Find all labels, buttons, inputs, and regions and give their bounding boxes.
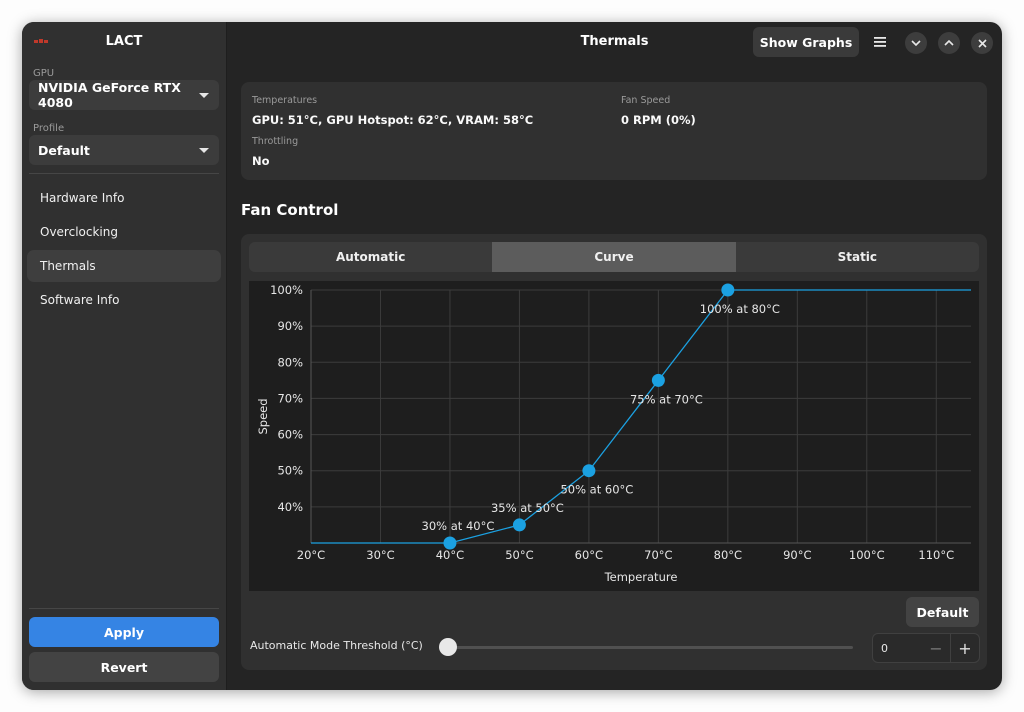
x-tick-label: 100°C: [849, 548, 885, 562]
curve-point-label: 100% at 80°C: [700, 302, 780, 316]
fan-curve-line: [311, 289, 971, 544]
fan-curve-chart[interactable]: 20°C 30°C 40°C 50°C 60°C 70°C 80°C 90°C 100°C 110…: [249, 281, 979, 591]
chevron-down-icon: [911, 40, 921, 46]
x-tick-label: 70°C: [644, 548, 672, 562]
threshold-value[interactable]: 0: [873, 642, 922, 655]
tab-curve[interactable]: Curve: [492, 242, 736, 272]
gpu-label: GPU: [33, 68, 55, 79]
threshold-label: Automatic Mode Threshold (°C): [250, 639, 423, 652]
y-tick-label: 100%: [270, 283, 303, 297]
x-tick-label: 30°C: [366, 548, 394, 562]
curve-point[interactable]: [582, 464, 596, 478]
sidebar-item-overclocking[interactable]: Overclocking: [27, 216, 221, 248]
profile-dropdown[interactable]: Default: [29, 135, 219, 165]
threshold-slider-handle[interactable]: [439, 638, 457, 656]
revert-button[interactable]: Revert: [29, 652, 219, 682]
curve-point-label: 75% at 70°C: [630, 392, 703, 406]
x-tick-label: 50°C: [505, 548, 533, 562]
fan-speed-label: Fan Speed: [621, 95, 671, 106]
x-axis-label: Temperature: [604, 570, 678, 584]
y-tick-label: 90%: [277, 319, 303, 333]
curve-point[interactable]: [512, 518, 526, 532]
x-tick-label: 60°C: [575, 548, 603, 562]
sidebar-header: LACT: [22, 22, 226, 62]
curve-point[interactable]: [651, 373, 665, 387]
gpu-dropdown-value: NVIDIA GeForce RTX 4080: [38, 80, 181, 110]
hamburger-menu-icon[interactable]: [873, 36, 887, 48]
tab-static[interactable]: Static: [736, 242, 979, 272]
curve-point-label: 30% at 40°C: [422, 519, 495, 533]
main-content: Thermals Show Graphs Temperatures GPU: 5…: [227, 22, 1002, 690]
y-axis-label: Speed: [256, 398, 270, 434]
default-button[interactable]: Default: [906, 597, 979, 627]
sidebar-item-thermals[interactable]: Thermals: [27, 250, 221, 282]
sidebar-item-label: Thermals: [40, 259, 96, 273]
curve-point[interactable]: [721, 283, 735, 297]
apply-button[interactable]: Apply: [29, 617, 219, 647]
throttling-label: Throttling: [252, 136, 299, 147]
x-tick-label: 90°C: [783, 548, 811, 562]
show-graphs-button[interactable]: Show Graphs: [753, 27, 859, 57]
minimize-button[interactable]: [905, 32, 927, 54]
tab-automatic[interactable]: Automatic: [249, 242, 492, 272]
curve-point-label: 35% at 50°C: [491, 501, 564, 515]
temperatures-label: Temperatures: [252, 95, 318, 106]
curve-point[interactable]: [443, 536, 457, 550]
maximize-button[interactable]: [938, 32, 960, 54]
y-tick-label: 40%: [277, 500, 303, 514]
close-button[interactable]: [971, 32, 993, 54]
sidebar-item-label: Hardware Info: [40, 191, 125, 205]
temperatures-value: GPU: 51°C, GPU Hotspot: 62°C, VRAM: 58°C: [252, 113, 534, 127]
profile-dropdown-value: Default: [38, 142, 90, 158]
fan-speed-value: 0 RPM (0%): [621, 113, 696, 127]
sidebar-divider: [29, 173, 219, 174]
fan-curve-svg[interactable]: 20°C 30°C 40°C 50°C 60°C 70°C 80°C 90°C 100°C 110…: [249, 281, 979, 591]
sidebar-divider: [29, 608, 219, 609]
sidebar-nav: Hardware Info Overclocking Thermals Soft…: [27, 182, 221, 318]
threshold-spinbutton[interactable]: 0 − +: [872, 633, 980, 663]
close-icon: [977, 38, 987, 48]
x-tick-label: 20°C: [297, 548, 325, 562]
fan-mode-tabs: Automatic Curve Static: [249, 242, 979, 272]
chevron-down-icon: [199, 92, 209, 98]
sidebar-item-software-info[interactable]: Software Info: [27, 284, 221, 316]
increment-button[interactable]: +: [950, 634, 979, 662]
chevron-up-icon: [944, 40, 954, 46]
sidebar-item-hardware-info[interactable]: Hardware Info: [27, 182, 221, 214]
stats-card: Temperatures GPU: 51°C, GPU Hotspot: 62°…: [241, 82, 987, 180]
fan-control-title: Fan Control: [241, 201, 339, 219]
app-window: LACT GPU NVIDIA GeForce RTX 4080 Profile…: [22, 22, 1002, 690]
sidebar-item-label: Overclocking: [40, 225, 118, 239]
y-tick-label: 60%: [277, 428, 303, 442]
y-tick-label: 70%: [277, 391, 303, 405]
curve-point-label: 50% at 60°C: [560, 483, 633, 497]
gpu-dropdown[interactable]: NVIDIA GeForce RTX 4080: [29, 80, 219, 110]
threshold-slider-track[interactable]: [447, 646, 853, 649]
x-tick-label: 110°C: [918, 548, 954, 562]
chevron-down-icon: [199, 147, 209, 153]
y-tick-label: 50%: [277, 464, 303, 478]
app-title: LACT: [105, 34, 143, 49]
y-tick-label: 80%: [277, 355, 303, 369]
sidebar: LACT GPU NVIDIA GeForce RTX 4080 Profile…: [22, 22, 227, 690]
fan-control-card: Automatic Curve Static 20°C 30°C 40°C 50°C 6…: [241, 234, 987, 670]
x-tick-label: 80°C: [714, 548, 742, 562]
x-tick-label: 40°C: [436, 548, 464, 562]
profile-label: Profile: [33, 123, 65, 134]
throttling-value: No: [252, 154, 270, 168]
decrement-button[interactable]: −: [922, 634, 950, 662]
sidebar-item-label: Software Info: [40, 293, 120, 307]
